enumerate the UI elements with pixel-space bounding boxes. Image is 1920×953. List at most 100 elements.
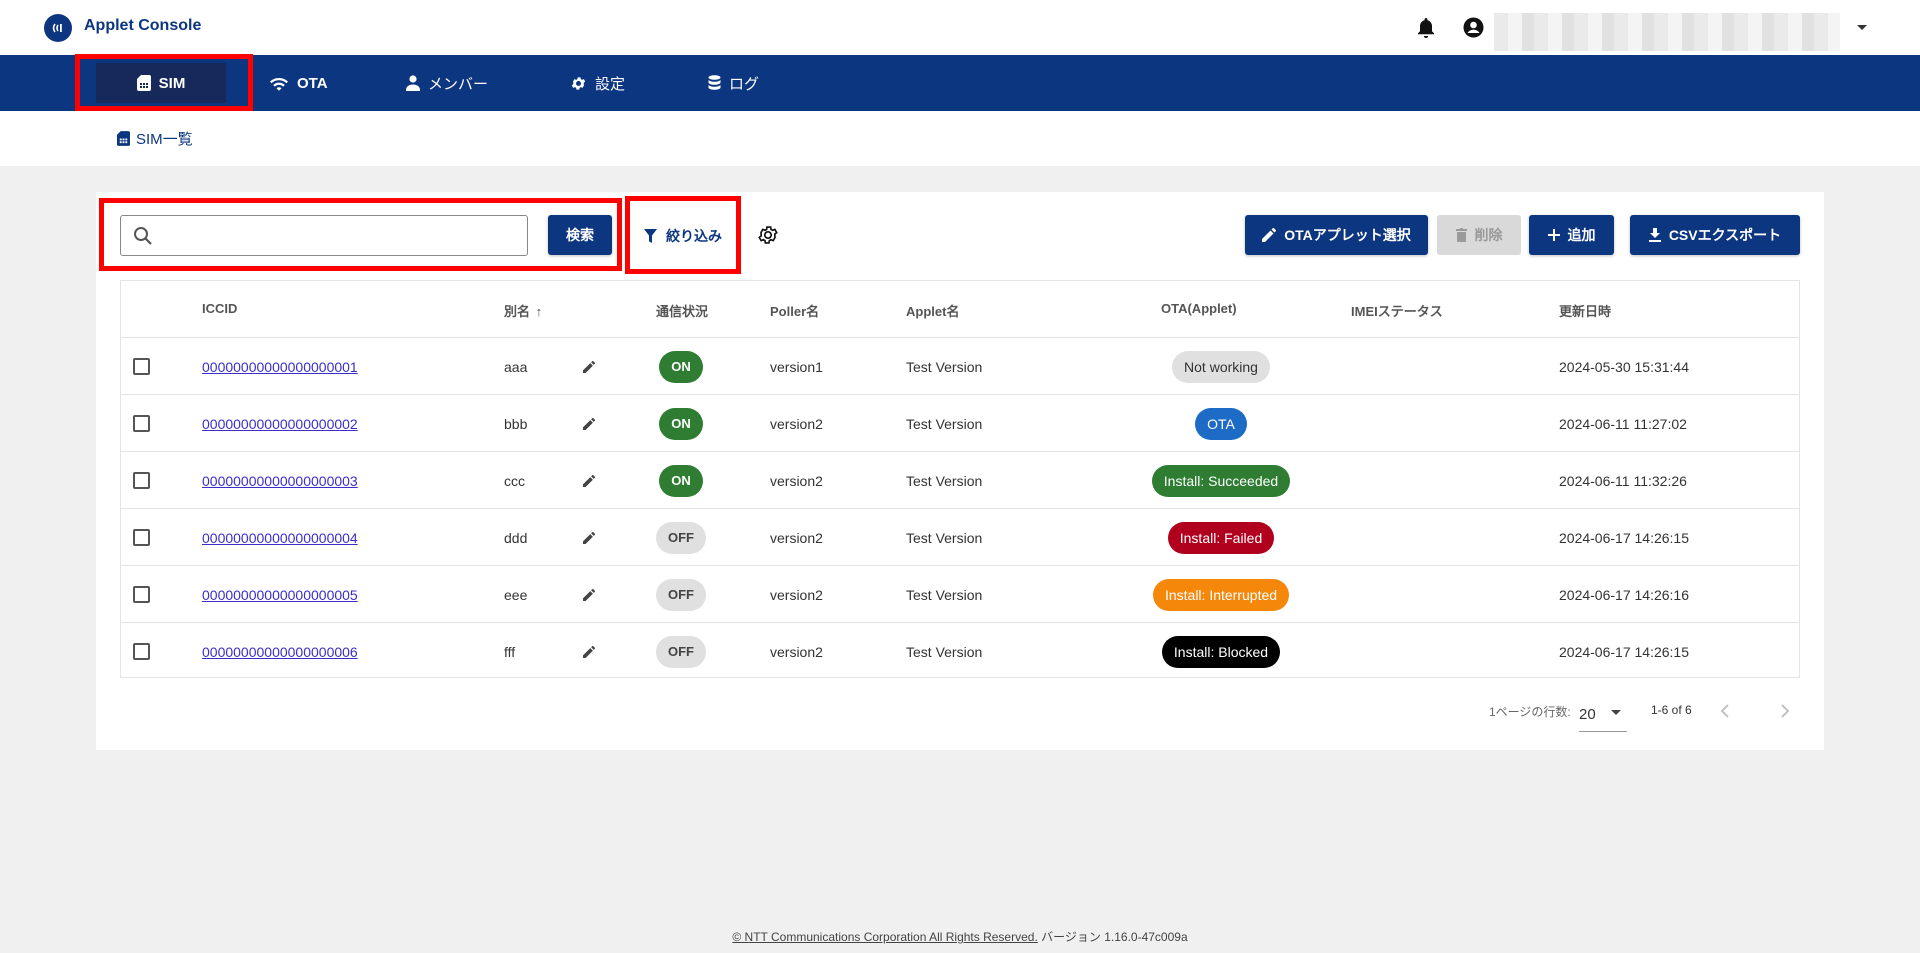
sort-ascending-icon: ↑ xyxy=(535,304,543,319)
filter-label: 絞り込み xyxy=(666,228,722,244)
footer: © NTT Communications Corporation All Rig… xyxy=(0,928,1920,945)
applet-cell: Test Version xyxy=(906,472,983,489)
column-header-iccid[interactable]: ICCID xyxy=(202,301,237,316)
edit-alias-pencil-icon[interactable] xyxy=(583,566,595,623)
table-row[interactable]: 00000000000000000001 aaa ON version1 Test Ve… xyxy=(121,338,1799,395)
row-checkbox[interactable] xyxy=(133,529,150,546)
nav-item-label: ログ xyxy=(729,75,760,93)
search-field[interactable] xyxy=(120,215,528,256)
filter-button[interactable]: 絞り込み xyxy=(632,216,734,256)
row-checkbox[interactable] xyxy=(133,586,150,603)
updated-at-cell: 2024-06-11 11:32:26 xyxy=(1559,472,1687,489)
rows-per-page-select[interactable]: 20 xyxy=(1579,698,1627,732)
pagination-range: 1-6 of 6 xyxy=(1651,703,1692,717)
edit-alias-pencil-icon[interactable] xyxy=(583,452,595,509)
csv-export-label: CSVエクスポート xyxy=(1668,227,1782,243)
row-checkbox[interactable] xyxy=(133,358,150,375)
column-header-ota-applet[interactable]: OTA(Applet) xyxy=(1161,301,1237,316)
table-settings-gear-icon[interactable] xyxy=(757,224,779,251)
database-icon xyxy=(708,75,721,90)
delete-button[interactable]: 削除 xyxy=(1437,215,1521,255)
alias-cell: ccc xyxy=(504,472,525,489)
alias-cell: aaa xyxy=(504,358,528,375)
column-header-imei-status[interactable]: IMEIステータス xyxy=(1351,301,1443,320)
applet-cell: Test Version xyxy=(906,643,983,660)
updated-at-cell: 2024-05-30 15:31:44 xyxy=(1559,358,1689,375)
connection-status-badge: ON xyxy=(659,350,703,383)
add-label: 追加 xyxy=(1567,227,1596,243)
previous-page-icon[interactable] xyxy=(1720,704,1730,723)
poller-cell: version2 xyxy=(770,586,823,603)
sim-table: ICCID 別名 ↑ 通信状況 Poller名 Applet名 OTA(Appl… xyxy=(120,280,1800,678)
column-header-poller[interactable]: Poller名 xyxy=(770,301,819,320)
add-button[interactable]: 追加 xyxy=(1529,215,1614,255)
user-menu-caret-icon[interactable] xyxy=(1857,25,1867,30)
ota-status-badge: Install: Failed xyxy=(1167,521,1275,554)
table-row[interactable]: 00000000000000000006 fff OFF version2 Test V… xyxy=(121,623,1799,680)
applet-cell: Test Version xyxy=(906,529,983,546)
column-header-connection-status[interactable]: 通信状況 xyxy=(656,301,708,320)
nav-item-label: OTA xyxy=(297,74,328,92)
nav-item-settings[interactable]: 設定 xyxy=(556,63,639,103)
copyright-link[interactable]: © NTT Communications Corporation All Rig… xyxy=(732,930,1037,944)
plus-icon xyxy=(1547,229,1560,241)
iccid-link[interactable]: 00000000000000000001 xyxy=(202,359,358,375)
alias-cell: bbb xyxy=(504,415,528,432)
edit-alias-pencil-icon[interactable] xyxy=(583,509,595,566)
column-header-applet[interactable]: Applet名 xyxy=(906,301,959,320)
applet-cell: Test Version xyxy=(906,586,983,603)
iccid-link[interactable]: 00000000000000000006 xyxy=(202,644,358,660)
connection-status-badge: ON xyxy=(659,464,703,497)
row-checkbox[interactable] xyxy=(133,415,150,432)
nav-item-members[interactable]: メンバー xyxy=(392,63,502,103)
download-icon xyxy=(1648,228,1661,242)
table-row[interactable]: 00000000000000000005 eee OFF version2 Test V… xyxy=(121,566,1799,623)
nav-item-label: メンバー xyxy=(428,75,489,93)
updated-at-cell: 2024-06-17 14:26:15 xyxy=(1559,529,1689,546)
next-page-icon[interactable] xyxy=(1780,704,1790,723)
row-checkbox[interactable] xyxy=(133,472,150,489)
gear-icon xyxy=(571,76,586,90)
column-header-alias[interactable]: 別名 ↑ xyxy=(504,301,542,320)
column-header-updated-at[interactable]: 更新日時 xyxy=(1559,301,1611,320)
sim-card-icon xyxy=(136,75,151,91)
app-logo-icon xyxy=(44,14,72,42)
breadcrumb-label: SIM一覧 xyxy=(136,131,193,148)
chevron-down-icon xyxy=(1611,710,1621,715)
iccid-link[interactable]: 00000000000000000004 xyxy=(202,530,358,546)
poller-cell: version2 xyxy=(770,643,823,660)
nav-item-sim[interactable]: SIM xyxy=(96,63,226,103)
ota-status-badge: Install: Blocked xyxy=(1161,635,1281,668)
applet-cell: Test Version xyxy=(906,415,983,432)
search-button[interactable]: 検索 xyxy=(548,215,612,255)
row-checkbox[interactable] xyxy=(133,643,150,660)
nav-item-logs[interactable]: ログ xyxy=(694,63,773,103)
iccid-link[interactable]: 00000000000000000005 xyxy=(202,587,358,603)
ota-applet-select-button[interactable]: OTAアプレット選択 xyxy=(1245,215,1428,255)
nav-item-ota[interactable]: OTA xyxy=(255,63,342,103)
breadcrumb-bar: SIM一覧 xyxy=(0,111,1920,166)
edit-alias-pencil-icon[interactable] xyxy=(583,395,595,452)
filter-icon xyxy=(644,229,657,243)
table-row[interactable]: 00000000000000000004 ddd OFF version2 Test V… xyxy=(121,509,1799,566)
table-row[interactable]: 00000000000000000002 bbb ON version2 Test Ve… xyxy=(121,395,1799,452)
edit-alias-pencil-icon[interactable] xyxy=(583,338,595,395)
search-input[interactable] xyxy=(163,222,513,250)
updated-at-cell: 2024-06-17 14:26:15 xyxy=(1559,643,1689,660)
table-header: ICCID 別名 ↑ 通信状況 Poller名 Applet名 OTA(Appl… xyxy=(121,281,1799,338)
iccid-link[interactable]: 00000000000000000002 xyxy=(202,416,358,432)
ota-status-badge: Not working xyxy=(1172,350,1270,383)
csv-export-button[interactable]: CSVエクスポート xyxy=(1630,215,1800,255)
table-row[interactable]: 00000000000000000003 ccc ON version2 Test Ve… xyxy=(121,452,1799,509)
alias-cell: fff xyxy=(504,643,516,660)
connection-status-badge: ON xyxy=(659,407,703,440)
wifi-icon xyxy=(270,78,288,91)
notification-bell-icon[interactable] xyxy=(1416,17,1436,44)
ota-applet-select-label: OTAアプレット選択 xyxy=(1284,227,1411,243)
edit-alias-pencil-icon[interactable] xyxy=(583,623,595,680)
ota-status-badge: Install: Succeeded xyxy=(1151,464,1291,497)
iccid-link[interactable]: 00000000000000000003 xyxy=(202,473,358,489)
account-circle-icon[interactable] xyxy=(1463,17,1484,43)
poller-cell: version2 xyxy=(770,472,823,489)
app-header: Applet Console xyxy=(0,0,1920,55)
